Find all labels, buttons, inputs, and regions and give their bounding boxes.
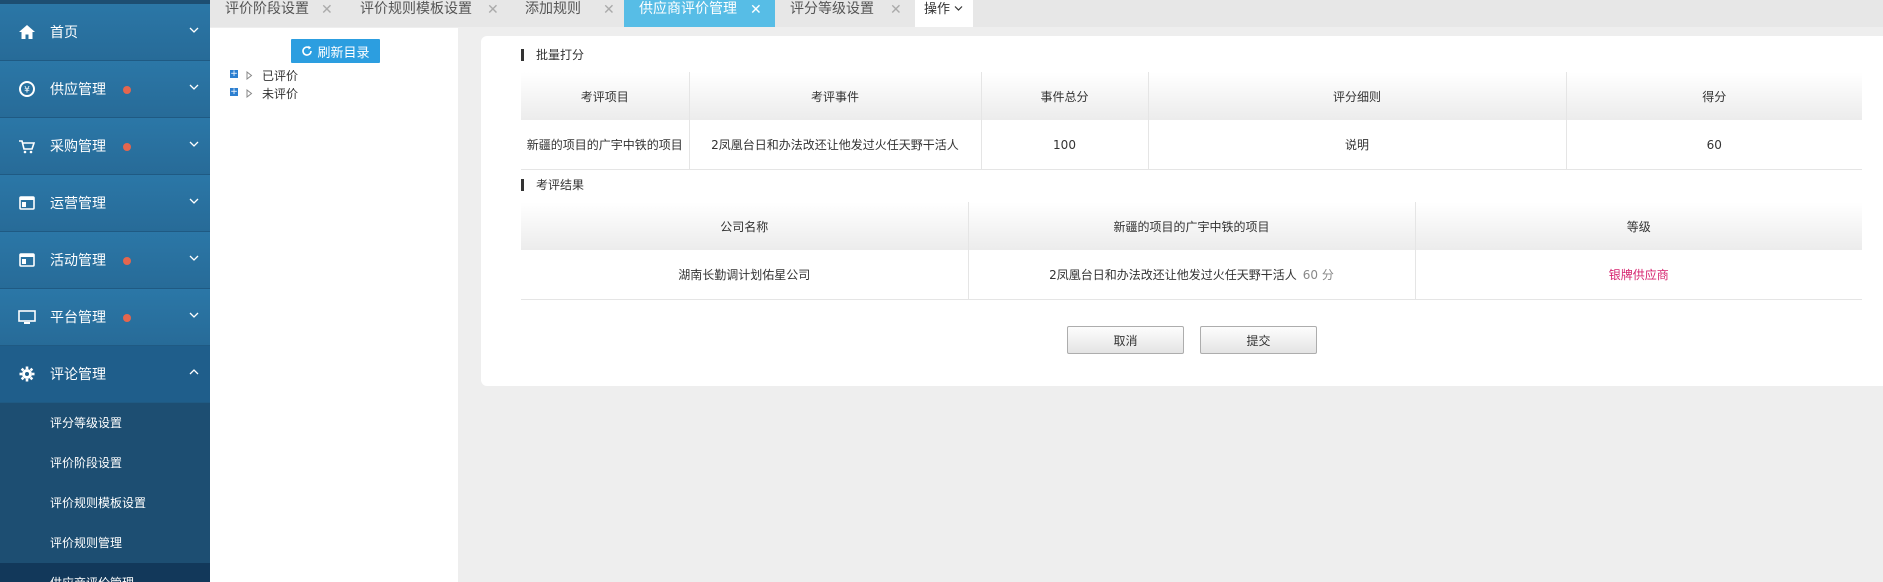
column-header: 新疆的项目的广宇中铁的项目 [968, 202, 1416, 250]
close-icon[interactable]: ✕ [487, 1, 499, 19]
column-header: 评分细则 [1148, 72, 1567, 120]
nav-item-operation[interactable]: 运营管理 [0, 175, 210, 232]
refresh-label: 刷新目录 [317, 45, 370, 61]
tab-label: 操作 [924, 2, 951, 17]
caret-right-icon [246, 89, 253, 98]
nav-label: 评论管理 [50, 367, 106, 383]
refresh-directory-button[interactable]: 刷新目录 [291, 39, 380, 63]
nav-item-comments[interactable]: 评论管理 [0, 346, 210, 403]
notification-dot [123, 143, 131, 151]
chevron-down-icon [189, 255, 199, 261]
monitor-icon [18, 310, 36, 324]
grade-cell: 银牌供应商 [1415, 250, 1862, 300]
tab-label: 评价规则模板设置 [360, 1, 472, 17]
tab-label: 评分等级设置 [790, 1, 874, 17]
notification-dot [123, 86, 131, 94]
nav-item-supply[interactable]: ¥ 供应管理 [0, 61, 210, 118]
table-cell[interactable]: 说明 [1148, 120, 1567, 170]
notification-dot [123, 257, 131, 265]
table-header-row: 考评项目 考评事件 事件总分 评分细则 得分 [521, 72, 1862, 120]
table-row: 湖南长勤调计划佑星公司 2凤凰台日和办法改还让他发过火任天野干活人 60 分 银牌… [521, 250, 1862, 300]
sidebar: 首页 ¥ 供应管理 采购管理 运营管理 活动管理 平台管理 评论管理 评分等级设… [0, 0, 210, 582]
tab-label: 供应商评价管理 [639, 1, 737, 17]
nav-label: 供应管理 [50, 82, 106, 98]
svg-text:¥: ¥ [24, 86, 30, 96]
sidebar-item-supplier-evaluation[interactable]: 供应商评价管理 [0, 563, 210, 582]
chevron-down-icon [189, 312, 199, 318]
table-cell: 2凤凰台日和办法改还让他发过火任天野干活人 [689, 120, 982, 170]
table-header-row: 公司名称 新疆的项目的广宇中铁的项目 等级 [521, 202, 1862, 250]
chevron-down-icon [189, 198, 199, 204]
close-icon[interactable]: ✕ [321, 1, 333, 19]
close-icon[interactable]: ✕ [890, 1, 902, 19]
gear-icon [19, 366, 35, 382]
nav-label: 首页 [50, 25, 78, 41]
supply-icon: ¥ [19, 81, 35, 97]
batch-scoring-table: 考评项目 考评事件 事件总分 评分细则 得分 新疆的项目的广宇中铁的项目 2凤凰… [521, 72, 1862, 170]
sidebar-item-rule-management[interactable]: 评价规则管理 [0, 523, 210, 563]
column-header: 事件总分 [981, 72, 1149, 120]
expand-icon[interactable]: + [230, 70, 238, 79]
refresh-icon [302, 45, 313, 56]
expand-icon[interactable]: + [230, 88, 238, 97]
table-cell: 100 [981, 120, 1149, 170]
tab-add-rule[interactable]: 添加规则 ✕ [510, 0, 624, 27]
chevron-down-icon [189, 84, 199, 90]
table-cell: 新疆的项目的广宇中铁的项目 [521, 120, 690, 170]
tree-node-label: 未评价 [262, 87, 299, 101]
event-text: 2凤凰台日和办法改还让他发过火任天野干活人 [1049, 268, 1297, 282]
column-header: 考评项目 [521, 72, 690, 120]
tab-bar: 评价阶段设置 ✕ 评价规则模板设置 ✕ 添加规则 ✕ 供应商评价管理 ✕ 评分等… [210, 0, 1883, 27]
column-header: 得分 [1566, 72, 1862, 120]
home-icon [19, 25, 35, 39]
chevron-up-icon [189, 369, 199, 375]
notification-dot [123, 314, 131, 322]
nav-item-activity[interactable]: 活动管理 [0, 232, 210, 289]
tree-node-label: 已评价 [262, 69, 299, 83]
grade-text: 银牌供应商 [1608, 268, 1669, 282]
window-icon [19, 196, 35, 210]
batch-scoring-title: 批量打分 [521, 49, 584, 61]
sidebar-item-rating-level[interactable]: 评分等级设置 [0, 403, 210, 443]
column-header: 等级 [1415, 202, 1862, 250]
chevron-down-icon [189, 27, 199, 33]
nav-label: 平台管理 [50, 310, 106, 326]
tab-operations-dropdown[interactable]: 操作 [915, 0, 973, 27]
caret-right-icon [246, 71, 253, 80]
sidebar-item-evaluation-stage[interactable]: 评价阶段设置 [0, 443, 210, 483]
nav-label: 采购管理 [50, 139, 106, 155]
comments-submenu: 评分等级设置 评价阶段设置 评价规则模板设置 评价规则管理 供应商评价管理 [0, 403, 210, 582]
directory-tree-panel: 刷新目录 + 已评价 + 未评价 [210, 28, 458, 582]
chevron-down-icon [954, 6, 963, 11]
tab-supplier-evaluation[interactable]: 供应商评价管理 ✕ [624, 0, 775, 27]
company-name: 湖南长勤调计划佑星公司 [521, 250, 969, 300]
window-icon [19, 253, 35, 267]
close-icon[interactable]: ✕ [750, 1, 762, 19]
nav-item-platform[interactable]: 平台管理 [0, 289, 210, 346]
submit-button[interactable]: 提交 [1200, 326, 1317, 354]
evaluation-card: 批量打分 考评项目 考评事件 事件总分 评分细则 得分 新疆的项目的广宇中铁的项… [481, 36, 1883, 386]
cancel-button[interactable]: 取消 [1067, 326, 1184, 354]
tab-rating-level[interactable]: 评分等级设置 ✕ [775, 0, 913, 27]
tab-rule-template[interactable]: 评价规则模板设置 ✕ [345, 0, 510, 27]
table-cell[interactable]: 60 [1566, 120, 1862, 170]
cart-icon [19, 140, 36, 154]
nav-label: 活动管理 [50, 253, 106, 269]
tab-label: 评价阶段设置 [225, 1, 309, 17]
score-text: 60 分 [1302, 268, 1334, 282]
table-row: 新疆的项目的广宇中铁的项目 2凤凰台日和办法改还让他发过火任天野干活人 100 … [521, 120, 1862, 170]
result-event-cell: 2凤凰台日和办法改还让他发过火任天野干活人 60 分 [968, 250, 1416, 300]
chevron-down-icon [189, 141, 199, 147]
sidebar-item-rule-template[interactable]: 评价规则模板设置 [0, 483, 210, 523]
tab-evaluation-stage[interactable]: 评价阶段设置 ✕ [210, 0, 345, 27]
result-title: 考评结果 [521, 179, 584, 191]
tab-label: 添加规则 [525, 1, 581, 17]
nav-label: 运营管理 [50, 196, 106, 212]
close-icon[interactable]: ✕ [603, 1, 615, 19]
column-header: 公司名称 [521, 202, 969, 250]
column-header: 考评事件 [689, 72, 982, 120]
nav-item-home[interactable]: 首页 [0, 4, 210, 61]
nav-item-purchase[interactable]: 采购管理 [0, 118, 210, 175]
result-table: 公司名称 新疆的项目的广宇中铁的项目 等级 湖南长勤调计划佑星公司 2凤凰台日和… [521, 202, 1862, 300]
